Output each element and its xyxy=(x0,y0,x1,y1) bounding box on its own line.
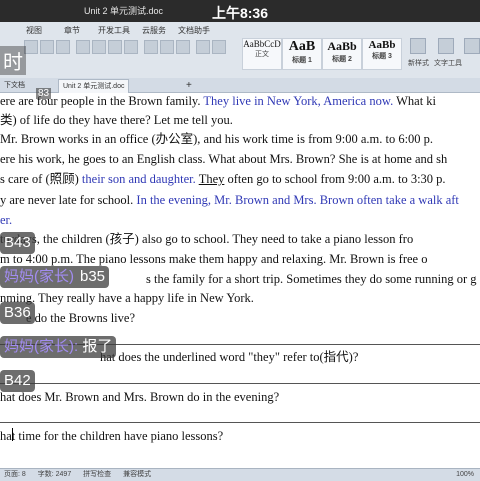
compat-mode: 兼容模式 xyxy=(123,471,152,478)
doc-line-1: ere are four people in the Brown family.… xyxy=(0,94,436,109)
style-label: 标题 3 xyxy=(372,53,392,60)
doc-line-4: ere his work, he goes to an English clas… xyxy=(0,152,448,166)
zoom-level[interactable]: 100% xyxy=(456,469,474,481)
question-2: hat does the underlined word "they" refe… xyxy=(100,350,359,364)
comment-author: 妈妈(家长) xyxy=(4,268,74,285)
style-heading-2[interactable]: AaBb 标题 2 xyxy=(322,38,362,70)
numbering-icon[interactable] xyxy=(56,40,70,54)
tab-document[interactable]: Unit 2 单元测试.doc xyxy=(58,79,130,93)
style-sample: AaB xyxy=(288,39,316,54)
text-run-blue: their son and daughter. xyxy=(81,172,196,186)
side-char: 时 xyxy=(0,46,26,75)
comment-b43: B43 xyxy=(0,232,35,254)
comment-b42: B42 xyxy=(0,370,35,392)
align-left-icon[interactable] xyxy=(76,40,90,54)
menu-view[interactable]: 视图 xyxy=(26,25,42,36)
doc-line-8: turdays, the children (孩子) also go to sc… xyxy=(0,232,414,246)
doc-line-10: s the family for a short trip. Sometimes… xyxy=(146,272,477,286)
justify-icon[interactable] xyxy=(124,40,138,54)
text-run: What ki xyxy=(393,94,437,108)
text-run: ere are four people in the Brown family. xyxy=(0,94,204,108)
menu-cloud[interactable]: 云服务 xyxy=(142,25,166,36)
overlay-number: 83 xyxy=(36,88,52,99)
shading-icon[interactable] xyxy=(160,40,174,54)
text-tools-icon xyxy=(438,38,454,54)
page-indicator: 页面: 8 xyxy=(4,471,26,478)
doc-line-11: nming. They really have a happy life in … xyxy=(0,291,254,305)
sort-icon[interactable] xyxy=(196,40,210,54)
answer-line xyxy=(0,383,480,384)
comment-parent-signup: 妈妈(家长): 报了 xyxy=(0,336,117,358)
menu-dev-tools[interactable]: 开发工具 xyxy=(98,25,130,36)
menu-chapter[interactable]: 章节 xyxy=(64,25,80,36)
text-run: often go to school from 9:00 a.m. to 3:3… xyxy=(224,172,446,186)
align-right-icon[interactable] xyxy=(108,40,122,54)
find-replace-icon[interactable] xyxy=(464,38,480,54)
style-label: 标题 2 xyxy=(332,56,352,63)
style-label: 正文 xyxy=(255,51,269,58)
style-sample: AaBbCcD xyxy=(243,39,281,49)
style-heading-3[interactable]: AaBb 标题 3 xyxy=(362,38,402,70)
text-cursor xyxy=(12,428,13,441)
style-normal[interactable]: AaBbCcD 正文 xyxy=(242,38,282,70)
list-icon[interactable] xyxy=(40,40,54,54)
underlined-word: They xyxy=(198,172,225,186)
align-center-icon[interactable] xyxy=(92,40,106,54)
status-bar: 页面: 8 字数: 2497 拼写检查 兼容模式 100% xyxy=(0,468,480,481)
doc-line-3: Mr. Brown works in an office (办公室), and … xyxy=(0,132,434,146)
spell-check[interactable]: 拼写检查 xyxy=(83,471,111,478)
question-1: e do the Browns live? xyxy=(26,311,136,325)
question-4: hat time for the children have piano les… xyxy=(0,429,224,443)
comment-text: b35 xyxy=(80,268,106,285)
ribbon-right-tools: 新样式 文字工具 xyxy=(404,38,480,68)
menu-doc-assistant[interactable]: 文档助手 xyxy=(178,25,210,36)
doc-line-9: m to 4:00 p.m. The piano lessons make th… xyxy=(0,252,428,266)
text-run: s care of (照顾) xyxy=(0,172,82,186)
text-run-blue: In the evening, Mr. Brown and Mrs. Brown… xyxy=(136,193,459,207)
indent-icon[interactable] xyxy=(24,40,38,54)
style-sample: AaBb xyxy=(327,39,357,53)
word-count: 字数: 2497 xyxy=(37,471,72,478)
doc-line-7: er. xyxy=(0,213,13,227)
new-style-button[interactable]: 新样式 xyxy=(408,58,429,68)
show-marks-icon[interactable] xyxy=(212,40,226,54)
comment-text: 报了 xyxy=(78,338,113,355)
style-sample: AaBb xyxy=(368,39,396,51)
border-icon[interactable] xyxy=(176,40,190,54)
doc-line-5: s care of (照顾) their son and daughter. T… xyxy=(0,172,446,187)
line-spacing-icon[interactable] xyxy=(144,40,158,54)
comment-author: 妈妈(家长): xyxy=(4,338,79,355)
doc-line-2: 类) of life do they have there? Let me te… xyxy=(0,113,233,127)
text-tools-button[interactable]: 文字工具 xyxy=(434,58,462,68)
tab-left[interactable]: 下文档 xyxy=(0,79,29,92)
comment-b36: B36 xyxy=(0,302,35,324)
text-run: y are never late for school. xyxy=(0,193,137,207)
doc-line-6: y are never late for school. In the even… xyxy=(0,193,459,208)
add-tab-button[interactable]: + xyxy=(182,79,196,92)
question-3: hat does Mr. Brown and Mrs. Brown do in … xyxy=(0,390,280,404)
text-run-blue: They live in New York, America now. xyxy=(203,94,394,108)
clock: 上午8:36 xyxy=(211,5,269,21)
style-label: 标题 1 xyxy=(292,57,312,64)
style-heading-1[interactable]: AaB 标题 1 xyxy=(282,38,322,70)
answer-line xyxy=(0,422,480,423)
comment-parent-b35: 妈妈(家长) b35 xyxy=(0,266,110,288)
new-style-icon xyxy=(410,38,426,54)
